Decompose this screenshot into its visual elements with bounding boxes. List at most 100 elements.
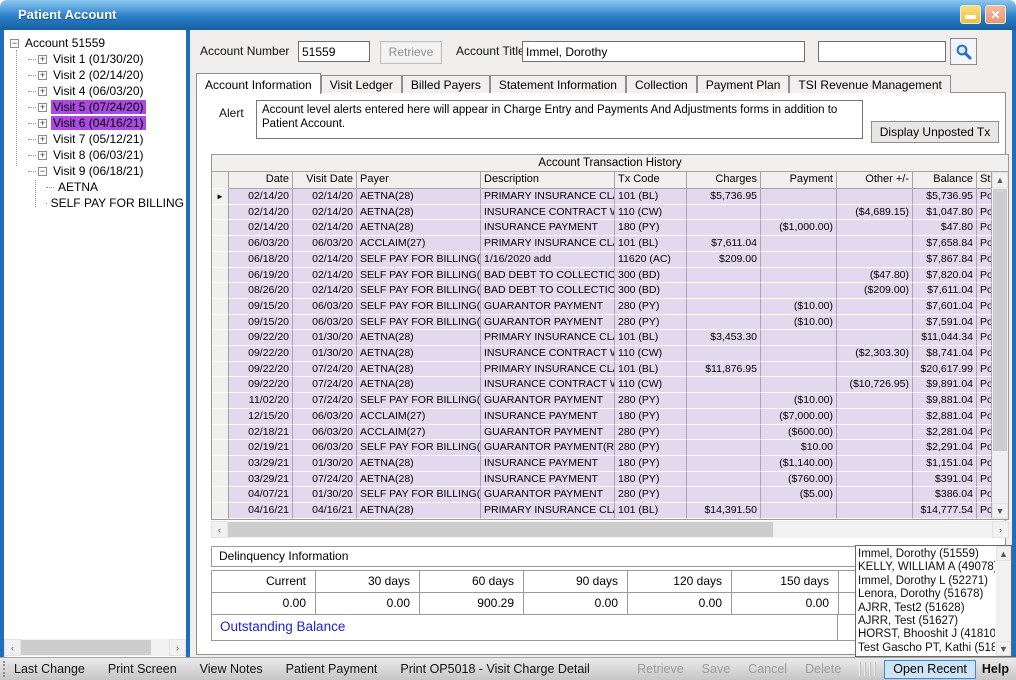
- row-selector[interactable]: [212, 268, 229, 284]
- column-header-tx-code[interactable]: Tx Code: [615, 172, 687, 189]
- minimize-button[interactable]: [960, 5, 981, 24]
- recent-patient-item[interactable]: Immel, Dorothy L (52271): [858, 575, 995, 588]
- table-row[interactable]: 06/03/2006/03/20ACCLAIM(27)PRIMARY INSUR…: [212, 236, 1008, 252]
- tree-item-visit-9-06-18-21[interactable]: −Visit 9 (06/18/21): [28, 163, 186, 179]
- column-header-date[interactable]: Date: [229, 172, 293, 189]
- scroll-down-icon[interactable]: ▼: [996, 641, 1011, 656]
- popup-scrollbar[interactable]: ▲ ▼: [996, 546, 1011, 656]
- scroll-up-icon[interactable]: ▲: [992, 172, 1008, 188]
- expand-icon[interactable]: +: [38, 119, 47, 128]
- row-selector[interactable]: [212, 472, 229, 488]
- scroll-down-icon[interactable]: ▼: [992, 503, 1008, 519]
- tab-tsi-revenue-management[interactable]: TSI Revenue Management: [789, 75, 950, 93]
- expand-icon[interactable]: +: [38, 71, 47, 80]
- expand-icon[interactable]: +: [38, 103, 47, 112]
- table-row[interactable]: 02/18/2106/03/20ACCLAIM(27)GUARANTOR PAY…: [212, 425, 1008, 441]
- table-vertical-scrollbar[interactable]: ▲ ▼: [992, 172, 1008, 519]
- row-selector[interactable]: [212, 315, 229, 331]
- tab-account-information[interactable]: Account Information: [196, 73, 321, 94]
- tree-child-aetna[interactable]: AETNA: [46, 179, 186, 195]
- tree-root-label[interactable]: Account 51559: [23, 36, 107, 50]
- tree-root-account[interactable]: − Account 51559: [10, 35, 186, 51]
- scroll-right-icon[interactable]: ›: [992, 521, 1009, 538]
- row-selector[interactable]: [212, 393, 229, 409]
- tree-item-visit-4-06-03-20[interactable]: + Visit 4 (06/03/20): [28, 83, 186, 99]
- retrieve-button[interactable]: Retrieve: [380, 41, 442, 64]
- column-header-other[interactable]: Other +/-: [837, 172, 913, 189]
- expand-icon[interactable]: +: [38, 87, 47, 96]
- table-row[interactable]: 09/22/2001/30/20AETNA(28)PRIMARY INSURAN…: [212, 330, 1008, 346]
- recent-patient-item[interactable]: AJRR, Test (51627): [858, 615, 995, 628]
- table-row[interactable]: 08/26/2002/14/20SELF PAY FOR BILLING(BAD…: [212, 283, 1008, 299]
- table-row[interactable]: ►02/14/2002/14/20AETNA(28)PRIMARY INSURA…: [212, 189, 1008, 205]
- table-row[interactable]: 09/15/2006/03/20SELF PAY FOR BILLING(GUA…: [212, 299, 1008, 315]
- column-header-visit-date[interactable]: Visit Date: [293, 172, 357, 189]
- tree-item-visit-8-06-03-21[interactable]: + Visit 8 (06/03/21): [28, 147, 186, 163]
- scroll-left-icon[interactable]: ‹: [211, 521, 228, 538]
- row-selector[interactable]: [212, 283, 229, 299]
- table-horizontal-scrollbar[interactable]: ‹ ›: [211, 521, 1009, 538]
- tree-item-visit-1-01-30-20[interactable]: +Visit 1 (01/30/20): [28, 51, 186, 67]
- table-row[interactable]: 06/19/2002/14/20SELF PAY FOR BILLING(BAD…: [212, 268, 1008, 284]
- table-row[interactable]: 09/15/2006/03/20SELF PAY FOR BILLING(GUA…: [212, 315, 1008, 331]
- tree-item-label[interactable]: Visit 6 (04/16/21): [51, 116, 146, 130]
- recent-patient-item[interactable]: Immel, Dorothy (51559): [858, 548, 995, 561]
- row-selector[interactable]: [212, 362, 229, 378]
- tree-child-label[interactable]: SELF PAY FOR BILLING: [49, 196, 186, 210]
- table-row[interactable]: 12/15/2006/03/20ACCLAIM(27)INSURANCE PAY…: [212, 409, 1008, 425]
- outstanding-balance-link[interactable]: Outstanding Balance: [220, 619, 345, 634]
- collapse-icon[interactable]: −: [10, 39, 19, 48]
- expand-icon[interactable]: +: [38, 135, 47, 144]
- table-row[interactable]: 04/16/2104/16/21AETNA(28)PRIMARY INSURAN…: [212, 503, 1008, 519]
- row-selector[interactable]: [212, 503, 229, 519]
- table-row[interactable]: 11/02/2007/24/20SELF PAY FOR BILLING(GUA…: [212, 393, 1008, 409]
- scrollbar-thumb[interactable]: [21, 640, 151, 655]
- table-row[interactable]: 09/22/2007/24/20AETNA(28)INSURANCE CONTR…: [212, 377, 1008, 393]
- table-row[interactable]: 02/14/2002/14/20AETNA(28)INSURANCE PAYME…: [212, 220, 1008, 236]
- statusbar-last-change[interactable]: Last Change: [14, 662, 85, 676]
- tab-billed-payers[interactable]: Billed Payers: [402, 75, 490, 93]
- row-selector[interactable]: [212, 205, 229, 221]
- tab-visit-ledger[interactable]: Visit Ledger: [321, 75, 402, 93]
- tree-item-visit-2-02-14-20[interactable]: + Visit 2 (02/14/20): [28, 67, 186, 83]
- tree-item-label[interactable]: Visit 8 (06/03/21): [51, 148, 146, 162]
- scroll-right-icon[interactable]: ›: [169, 639, 186, 656]
- table-row[interactable]: 09/22/2001/30/20AETNA(28)INSURANCE CONTR…: [212, 346, 1008, 362]
- tree-item-visit-6-04-16-21[interactable]: + Visit 6 (04/16/21): [28, 115, 186, 131]
- statusbar-print-screen[interactable]: Print Screen: [108, 662, 177, 676]
- tree-item-visit-5-07-24-20[interactable]: + Visit 5 (07/24/20): [28, 99, 186, 115]
- column-header-payer[interactable]: Payer: [357, 172, 481, 189]
- row-selector[interactable]: [212, 440, 229, 456]
- alert-textbox[interactable]: Account level alerts entered here will a…: [256, 100, 863, 139]
- row-selector[interactable]: [212, 330, 229, 346]
- table-row[interactable]: 06/18/2002/14/20SELF PAY FOR BILLING(1/1…: [212, 252, 1008, 268]
- close-button[interactable]: ✕: [985, 5, 1006, 24]
- account-title-input[interactable]: [522, 41, 805, 62]
- open-recent-button[interactable]: Open Recent: [884, 660, 976, 679]
- recent-patient-item[interactable]: Test Gascho PT, Kathi (5182: [858, 642, 995, 655]
- recent-patient-item[interactable]: HORST, Bhooshit J (41810): [858, 628, 995, 641]
- search-button[interactable]: [950, 38, 977, 65]
- recent-patient-item[interactable]: AJRR, Test2 (51628): [858, 602, 995, 615]
- table-row[interactable]: 09/22/2007/24/20AETNA(28)PRIMARY INSURAN…: [212, 362, 1008, 378]
- column-header-st[interactable]: St: [977, 172, 992, 189]
- row-selector[interactable]: [212, 236, 229, 252]
- expand-icon[interactable]: +: [38, 55, 47, 64]
- row-selector[interactable]: [212, 377, 229, 393]
- table-row[interactable]: 02/19/2106/03/20SELF PAY FOR BILLING(GUA…: [212, 440, 1008, 456]
- column-header-payment[interactable]: Payment: [761, 172, 837, 189]
- account-number-input[interactable]: [298, 41, 370, 62]
- tree-item-visit-7-05-12-21[interactable]: +Visit 7 (05/12/21): [28, 131, 186, 147]
- column-header-description[interactable]: Description: [481, 172, 615, 189]
- expand-icon[interactable]: +: [38, 151, 47, 160]
- scroll-left-icon[interactable]: ‹: [4, 639, 21, 656]
- search-input[interactable]: [818, 41, 946, 62]
- tree-item-label[interactable]: Visit 4 (06/03/20): [51, 84, 146, 98]
- row-selector[interactable]: [212, 220, 229, 236]
- current-row-marker[interactable]: ►: [212, 189, 229, 205]
- table-row[interactable]: 02/14/2002/14/20AETNA(28)INSURANCE CONTR…: [212, 205, 1008, 221]
- tree-item-label[interactable]: Visit 2 (02/14/20): [51, 68, 146, 82]
- tree-item-label[interactable]: Visit 5 (07/24/20): [51, 100, 146, 114]
- table-row[interactable]: 03/29/2101/30/20AETNA(28)INSURANCE PAYME…: [212, 456, 1008, 472]
- column-header-balance[interactable]: Balance: [913, 172, 977, 189]
